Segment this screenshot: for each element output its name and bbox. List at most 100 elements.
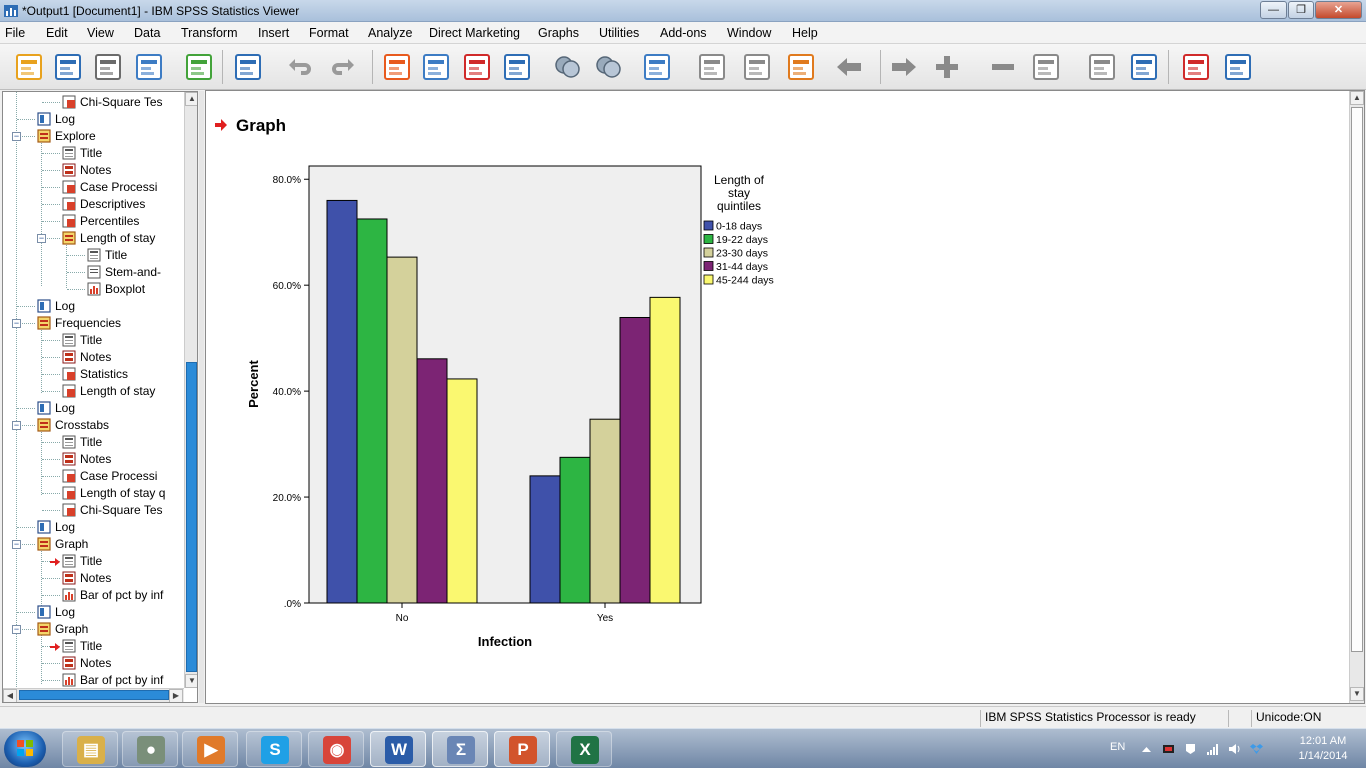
action-center-icon[interactable] <box>1184 743 1197 755</box>
scroll-down-button[interactable]: ▼ <box>185 674 197 688</box>
bar-yes-19-22 days[interactable] <box>559 456 591 604</box>
taskbar-button-skype[interactable]: S <box>246 731 302 767</box>
tree-toggle-graph[interactable]: − <box>12 625 21 634</box>
demote-icon[interactable] <box>888 51 920 83</box>
pivot-icon[interactable] <box>1222 51 1254 83</box>
outline-pane[interactable]: Chi-Square Tes Log − Explore Title Notes Case … <box>2 91 198 703</box>
open-icon[interactable] <box>13 51 45 83</box>
output-content-pane[interactable]: Graph .0% 20.0% 40.0% 60.0% 80.0% No Yes Infect… <box>205 90 1365 704</box>
undo-icon[interactable] <box>283 51 315 83</box>
tree-toggle-graph[interactable]: − <box>12 540 21 549</box>
print-icon[interactable] <box>92 51 124 83</box>
menu-data[interactable]: Data <box>134 26 160 40</box>
menu-view[interactable]: View <box>87 26 114 40</box>
menu-help[interactable]: Help <box>792 26 818 40</box>
tree-toggle-frequencies[interactable]: − <box>12 319 21 328</box>
hide-items-icon[interactable] <box>1086 51 1118 83</box>
insert-heading-icon[interactable] <box>641 51 673 83</box>
redo-icon[interactable] <box>328 51 360 83</box>
show-icon[interactable] <box>1030 51 1062 83</box>
scroll-right-button[interactable]: ▶ <box>169 689 183 702</box>
clock[interactable]: 12:01 AM 1/14/2014 <box>1286 734 1360 764</box>
language-indicator[interactable]: EN <box>1110 741 1125 753</box>
taskbar-button-word[interactable]: W <box>370 731 426 767</box>
maximize-button[interactable]: ❐ <box>1288 1 1314 19</box>
insert-chart-icon[interactable] <box>785 51 817 83</box>
goto-variable-icon[interactable] <box>461 51 493 83</box>
show-hidden-icons-icon[interactable] <box>1140 743 1153 755</box>
bar-no-31-44 days[interactable] <box>416 358 448 604</box>
save-icon[interactable] <box>52 51 84 83</box>
taskbar-button-chrome[interactable]: ◉ <box>308 731 364 767</box>
hide-icon[interactable] <box>592 51 624 83</box>
menu-edit[interactable]: Edit <box>46 26 68 40</box>
show-all-icon[interactable] <box>551 51 583 83</box>
menu-analyze[interactable]: Analyze <box>368 26 412 40</box>
export-icon[interactable] <box>183 51 215 83</box>
collapse-icon[interactable] <box>987 51 1019 83</box>
network-icon[interactable] <box>1206 743 1219 755</box>
insert-chart-icon-glyph <box>788 54 814 80</box>
close-button[interactable]: ✕ <box>1315 1 1362 19</box>
dropbox-icon[interactable] <box>1250 743 1263 755</box>
outline-scroll-thumb[interactable] <box>186 362 197 672</box>
recall-dialog-icon[interactable] <box>232 51 264 83</box>
bar-no-19-22 days[interactable] <box>356 218 388 604</box>
menu-format[interactable]: Format <box>309 26 349 40</box>
goto-case-icon[interactable] <box>420 51 452 83</box>
bar-no-45-244 days[interactable] <box>446 378 478 604</box>
menu-add-ons[interactable]: Add-ons <box>660 26 707 40</box>
taskbar-button-app-circle[interactable]: ● <box>122 731 178 767</box>
volume-icon[interactable] <box>1228 743 1241 755</box>
content-scroll-thumb[interactable] <box>1351 107 1363 652</box>
outline-hscroll-thumb[interactable] <box>19 690 169 700</box>
content-scroll-down-button[interactable]: ▼ <box>1350 687 1364 701</box>
content-scroll-up-button[interactable]: ▲ <box>1350 91 1364 105</box>
outline-vertical-scrollbar[interactable]: ▲ ▼ <box>184 92 197 688</box>
tree-toggle-explore[interactable]: − <box>12 132 21 141</box>
insert-title-icon[interactable] <box>696 51 728 83</box>
tree-toggle-length-of-stay[interactable]: − <box>37 234 46 243</box>
tray-app-icon[interactable] <box>1162 743 1175 755</box>
scroll-up-button[interactable]: ▲ <box>185 92 197 106</box>
outline-item-label: Log <box>55 520 76 534</box>
taskbar-button-explorer[interactable]: ▤ <box>62 731 118 767</box>
content-vertical-scrollbar[interactable]: ▲ ▼ <box>1349 91 1364 703</box>
menu-graphs[interactable]: Graphs <box>538 26 579 40</box>
menu-direct-marketing[interactable]: Direct Marketing <box>429 26 520 40</box>
menu-utilities[interactable]: Utilities <box>599 26 639 40</box>
bar-yes-45-244 days[interactable] <box>649 296 681 604</box>
taskbar-button-excel[interactable]: X <box>556 731 612 767</box>
taskbar-button-spss[interactable]: Σ <box>432 731 488 767</box>
designate-window-icon[interactable] <box>1128 51 1160 83</box>
tree-connector <box>42 510 60 511</box>
tree-toggle-crosstabs[interactable]: − <box>12 421 21 430</box>
menu-window[interactable]: Window <box>727 26 771 40</box>
insert-text-icon[interactable] <box>741 51 773 83</box>
bar-chart[interactable]: .0% 20.0% 40.0% 60.0% 80.0% No Yes Infection Per… <box>206 151 826 671</box>
goto-data-icon[interactable] <box>381 51 413 83</box>
pane-splitter[interactable] <box>199 91 204 703</box>
start-button[interactable] <box>4 731 46 767</box>
taskbar-button-powerpoint[interactable]: P <box>494 731 550 767</box>
select-last-output-icon[interactable] <box>1180 51 1212 83</box>
expand-icon[interactable] <box>931 51 963 83</box>
bar-yes-31-44 days[interactable] <box>619 316 651 604</box>
outline-horizontal-scrollbar[interactable]: ◀ ▶ <box>3 688 184 702</box>
menu-file[interactable]: File <box>5 26 25 40</box>
bar-yes-23-30 days[interactable] <box>589 418 621 604</box>
promote-icon[interactable] <box>833 51 865 83</box>
status-bar: IBM SPSS Statistics Processor is ready U… <box>0 706 1366 728</box>
minimize-button[interactable]: — <box>1260 1 1287 19</box>
menu-transform[interactable]: Transform <box>181 26 238 40</box>
legend-title-line: quintiles <box>717 199 761 213</box>
menu-insert[interactable]: Insert <box>258 26 289 40</box>
bar-yes-0-18 days[interactable] <box>529 475 561 604</box>
bar-no-0-18 days[interactable] <box>326 199 358 604</box>
bar-no-23-30 days[interactable] <box>386 256 418 604</box>
title-bar: *Output1 [Document1] - IBM SPSS Statisti… <box>0 0 1366 22</box>
variables-icon[interactable] <box>501 51 533 83</box>
print-preview-icon[interactable] <box>133 51 165 83</box>
taskbar-button-media-player[interactable]: ▶ <box>182 731 238 767</box>
scroll-left-button[interactable]: ◀ <box>3 689 17 702</box>
